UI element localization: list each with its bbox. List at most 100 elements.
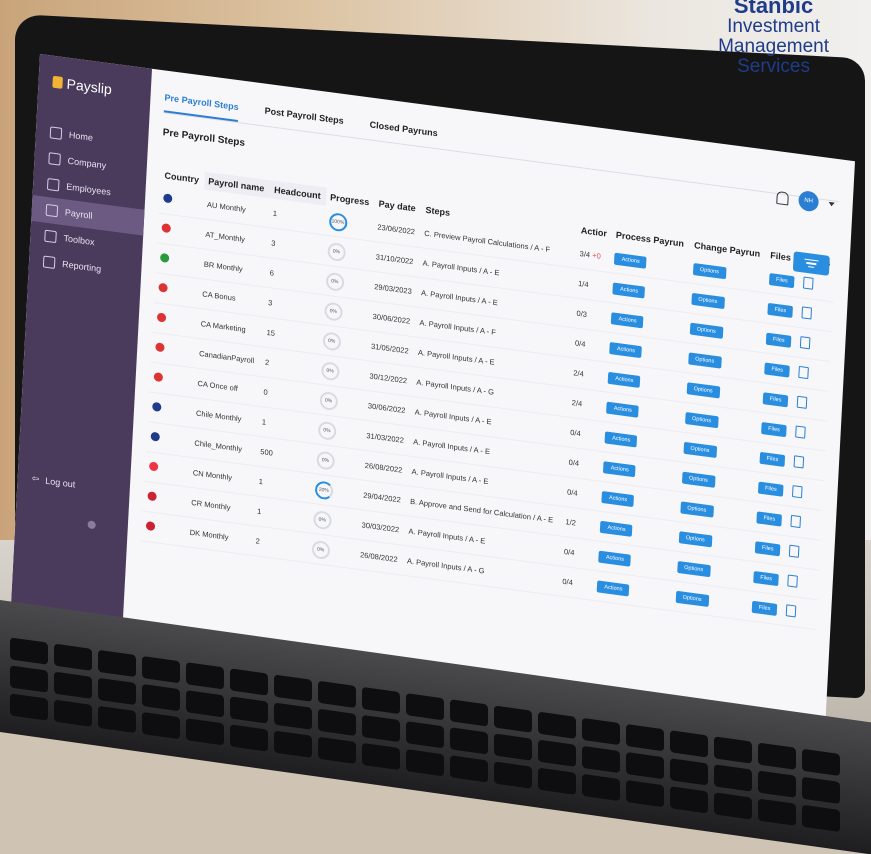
progress-ring: 0% — [324, 301, 343, 321]
files-button[interactable]: Files — [755, 541, 781, 556]
tab-post-payroll-steps[interactable]: Post Payroll Steps — [264, 106, 344, 136]
actions-cell: 0/4 — [562, 476, 599, 510]
actions-button[interactable]: Actions — [608, 371, 641, 387]
options-button[interactable]: Options — [682, 471, 716, 487]
options-button[interactable]: Options — [685, 411, 719, 427]
watermark-line2: Investment — [718, 17, 829, 37]
actions-button[interactable]: Actions — [603, 461, 636, 477]
actions-button[interactable]: Actions — [599, 550, 632, 566]
files-button[interactable]: Files — [758, 481, 784, 496]
actions-count: 0/3 — [576, 309, 587, 319]
bell-icon[interactable] — [776, 191, 789, 205]
actions-count: 0/4 — [575, 338, 586, 348]
tab-pre-payroll-steps[interactable]: Pre Payroll Steps — [164, 92, 239, 122]
actions-count: 2/4 — [573, 368, 584, 378]
logout-link[interactable]: ⇦ Log out — [31, 473, 75, 490]
options-button[interactable]: Options — [677, 560, 711, 576]
files-button[interactable]: Files — [766, 332, 792, 347]
actions-button[interactable]: Actions — [605, 431, 638, 447]
actions-button[interactable]: Actions — [614, 252, 647, 268]
actions-count: 0/4 — [562, 577, 573, 587]
progress-ring: 0% — [318, 420, 337, 440]
payroll-icon — [46, 204, 59, 217]
country-flag-icon — [146, 521, 155, 531]
options-button[interactable]: Options — [678, 531, 712, 547]
actions-count: 2/4 — [572, 398, 583, 408]
actions-count: 0/4 — [564, 547, 575, 557]
progress-cell: 0% — [307, 533, 357, 569]
options-button[interactable]: Options — [688, 352, 722, 368]
files-button[interactable]: Files — [759, 451, 785, 466]
files-button[interactable]: Files — [764, 362, 790, 377]
progress-ring: 0% — [311, 539, 330, 559]
actions-extra: +0 — [592, 251, 601, 261]
actions-button[interactable]: Actions — [606, 401, 639, 417]
watermark-line3: Management — [718, 37, 829, 57]
actions-button[interactable]: Actions — [602, 491, 635, 507]
files-cell: Files — [758, 382, 794, 416]
actions-button[interactable]: Actions — [600, 520, 633, 536]
options-button[interactable]: Options — [675, 590, 709, 606]
country-flag-icon — [155, 342, 164, 352]
files-button[interactable]: Files — [769, 273, 795, 288]
options-button[interactable]: Options — [693, 263, 727, 279]
note-icon[interactable] — [797, 395, 808, 408]
actions-cell: 0/3 — [572, 298, 609, 332]
country-flag-icon — [154, 372, 163, 382]
files-cell: Files — [761, 323, 797, 357]
note-icon[interactable] — [792, 485, 803, 498]
chart-icon — [43, 255, 56, 268]
notes-cell — [793, 387, 829, 421]
avatar[interactable]: NH — [798, 190, 819, 212]
files-cell: Files — [747, 591, 783, 625]
options-button[interactable]: Options — [691, 292, 725, 308]
files-button[interactable]: Files — [753, 570, 779, 585]
progress-ring: 0% — [321, 361, 340, 381]
actions-count: 0/4 — [570, 428, 581, 438]
actions-cell: 0/4 — [564, 447, 601, 481]
building-icon — [48, 152, 61, 165]
sidebar-item-label: Payroll — [65, 207, 93, 221]
options-button[interactable]: Options — [680, 501, 714, 517]
note-icon[interactable] — [794, 455, 805, 468]
files-button[interactable]: Files — [761, 421, 787, 436]
files-button[interactable]: Files — [752, 600, 778, 615]
files-cell: Files — [753, 472, 789, 506]
note-icon[interactable] — [791, 514, 802, 527]
notes-cell — [796, 327, 832, 361]
note-icon[interactable] — [786, 604, 797, 617]
note-icon[interactable] — [788, 574, 799, 587]
files-button[interactable]: Files — [767, 302, 793, 317]
files-button[interactable]: Files — [763, 392, 789, 407]
options-button[interactable]: Options — [683, 441, 717, 457]
note-icon[interactable] — [799, 365, 810, 378]
note-icon[interactable] — [803, 276, 814, 289]
actions-button[interactable]: Actions — [610, 342, 643, 358]
brand-watermark: Stanbic Investment Management Services — [718, 0, 829, 77]
home-icon — [50, 126, 63, 139]
actions-cell: 2/4 — [567, 387, 604, 421]
tab-closed-payruns[interactable]: Closed Payruns — [369, 119, 438, 148]
settings-icon[interactable] — [87, 520, 95, 529]
actions-button[interactable]: Actions — [597, 580, 630, 596]
note-icon[interactable] — [789, 544, 800, 557]
note-icon[interactable] — [800, 336, 811, 349]
country-flag-icon — [157, 312, 166, 322]
options-button[interactable]: Options — [689, 322, 723, 338]
sidebar-item-label: Reporting — [62, 259, 102, 274]
app-name: Payslip — [66, 76, 112, 98]
actions-count: 1/2 — [565, 517, 576, 527]
note-icon[interactable] — [796, 425, 807, 438]
files-button[interactable]: Files — [756, 511, 782, 526]
options-button[interactable]: Options — [686, 382, 720, 398]
actions-button[interactable]: Actions — [611, 312, 644, 328]
actions-button[interactable]: Actions — [613, 282, 646, 298]
chevron-down-icon[interactable] — [828, 202, 834, 207]
notes-cell — [783, 566, 819, 600]
note-icon[interactable] — [802, 306, 813, 319]
notes-cell — [786, 506, 822, 540]
country-flag-icon — [160, 253, 169, 263]
files-cell: Files — [755, 442, 791, 476]
actions-count: 1/4 — [578, 279, 589, 289]
watermark-line4: Services — [718, 57, 829, 77]
